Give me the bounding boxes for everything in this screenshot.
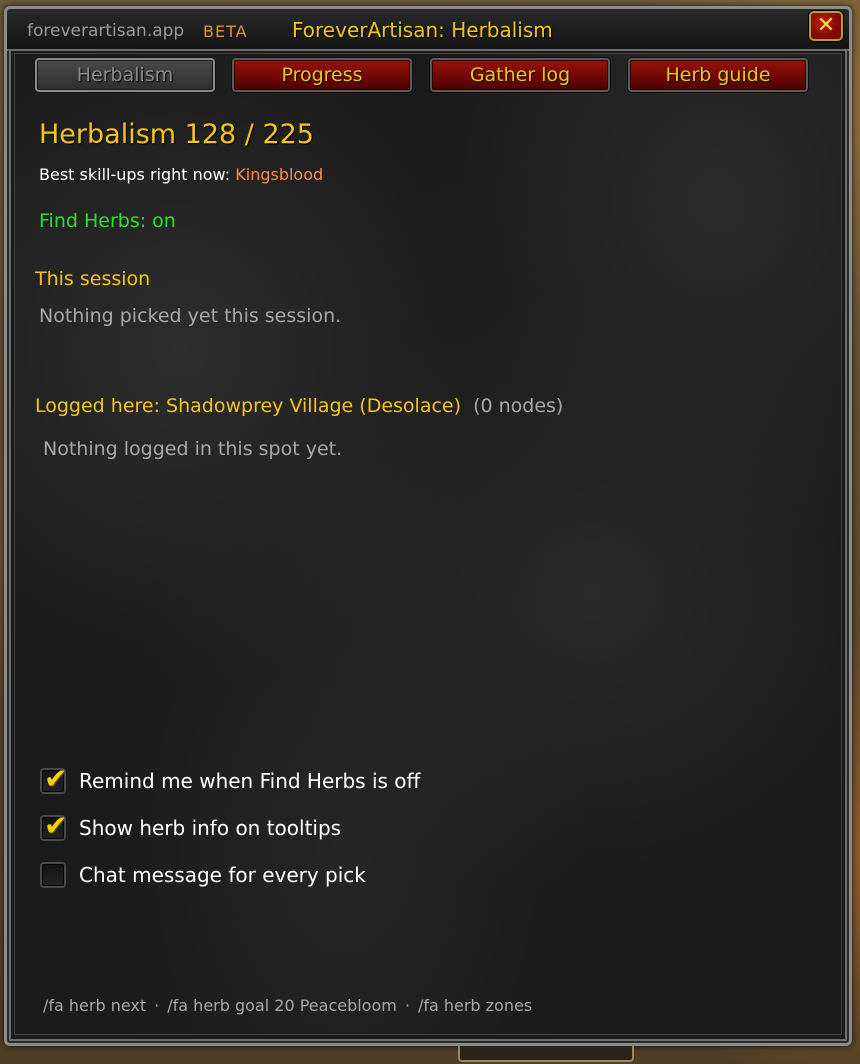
command-next: /fa herb next bbox=[43, 996, 147, 1015]
checkbox[interactable]: ✔ bbox=[40, 764, 67, 794]
bottom-frame-tab bbox=[458, 1046, 634, 1062]
location-heading: Logged here: Shadowprey Village (Desolac… bbox=[35, 395, 462, 417]
footer-commands: /fa herb next · /fa herb goal 20 Peacebloo… bbox=[43, 996, 532, 1015]
window-title: ForeverArtisan: Herbalism bbox=[292, 18, 553, 42]
best-skillups-label: Best skill-ups right now: bbox=[39, 165, 231, 184]
session-heading: This session bbox=[35, 268, 151, 290]
location-line: Logged here: Shadowprey Village (Desolac… bbox=[35, 395, 563, 417]
option-label: Remind me when Find Herbs is off bbox=[79, 769, 421, 793]
command-zones: /fa herb zones bbox=[417, 996, 533, 1015]
skill-level-title: Herbalism 128 / 225 bbox=[39, 119, 314, 150]
separator: · bbox=[154, 996, 160, 1015]
best-skillups-line: Best skill-ups right now: Kingsblood bbox=[39, 165, 323, 184]
option-label: Chat message for every pick bbox=[79, 863, 366, 887]
title-bar[interactable]: foreverartisan.app BETA ForeverArtisan: … bbox=[7, 9, 849, 51]
best-herb-name: Kingsblood bbox=[235, 165, 324, 184]
session-empty-text: Nothing picked yet this session. bbox=[39, 305, 342, 327]
checkbox[interactable] bbox=[40, 862, 66, 888]
node-count: (0 nodes) bbox=[473, 395, 564, 417]
location-empty-text: Nothing logged in this spot yet. bbox=[43, 438, 343, 460]
find-herbs-status: Find Herbs: on bbox=[39, 210, 176, 232]
close-button[interactable]: ✕ bbox=[809, 11, 843, 41]
tab-progress[interactable]: Progress bbox=[232, 58, 412, 92]
tab-herbalism[interactable]: Herbalism bbox=[35, 58, 215, 92]
separator: · bbox=[404, 996, 410, 1015]
tab-herb-guide[interactable]: Herb guide bbox=[628, 58, 808, 92]
checkmark-icon: ✔ bbox=[44, 762, 68, 795]
checkbox[interactable]: ✔ bbox=[40, 811, 67, 841]
beta-badge: BETA bbox=[203, 22, 248, 41]
close-icon: ✕ bbox=[816, 13, 836, 38]
herbalism-window: foreverartisan.app BETA ForeverArtisan: … bbox=[4, 6, 852, 1046]
checkmark-icon: ✔ bbox=[44, 809, 68, 842]
brand-label: foreverartisan.app bbox=[27, 21, 185, 41]
option-label: Show herb info on tooltips bbox=[79, 816, 342, 840]
command-goal: /fa herb goal 20 Peacebloom bbox=[167, 996, 397, 1015]
tab-gather-log[interactable]: Gather log bbox=[430, 58, 610, 92]
